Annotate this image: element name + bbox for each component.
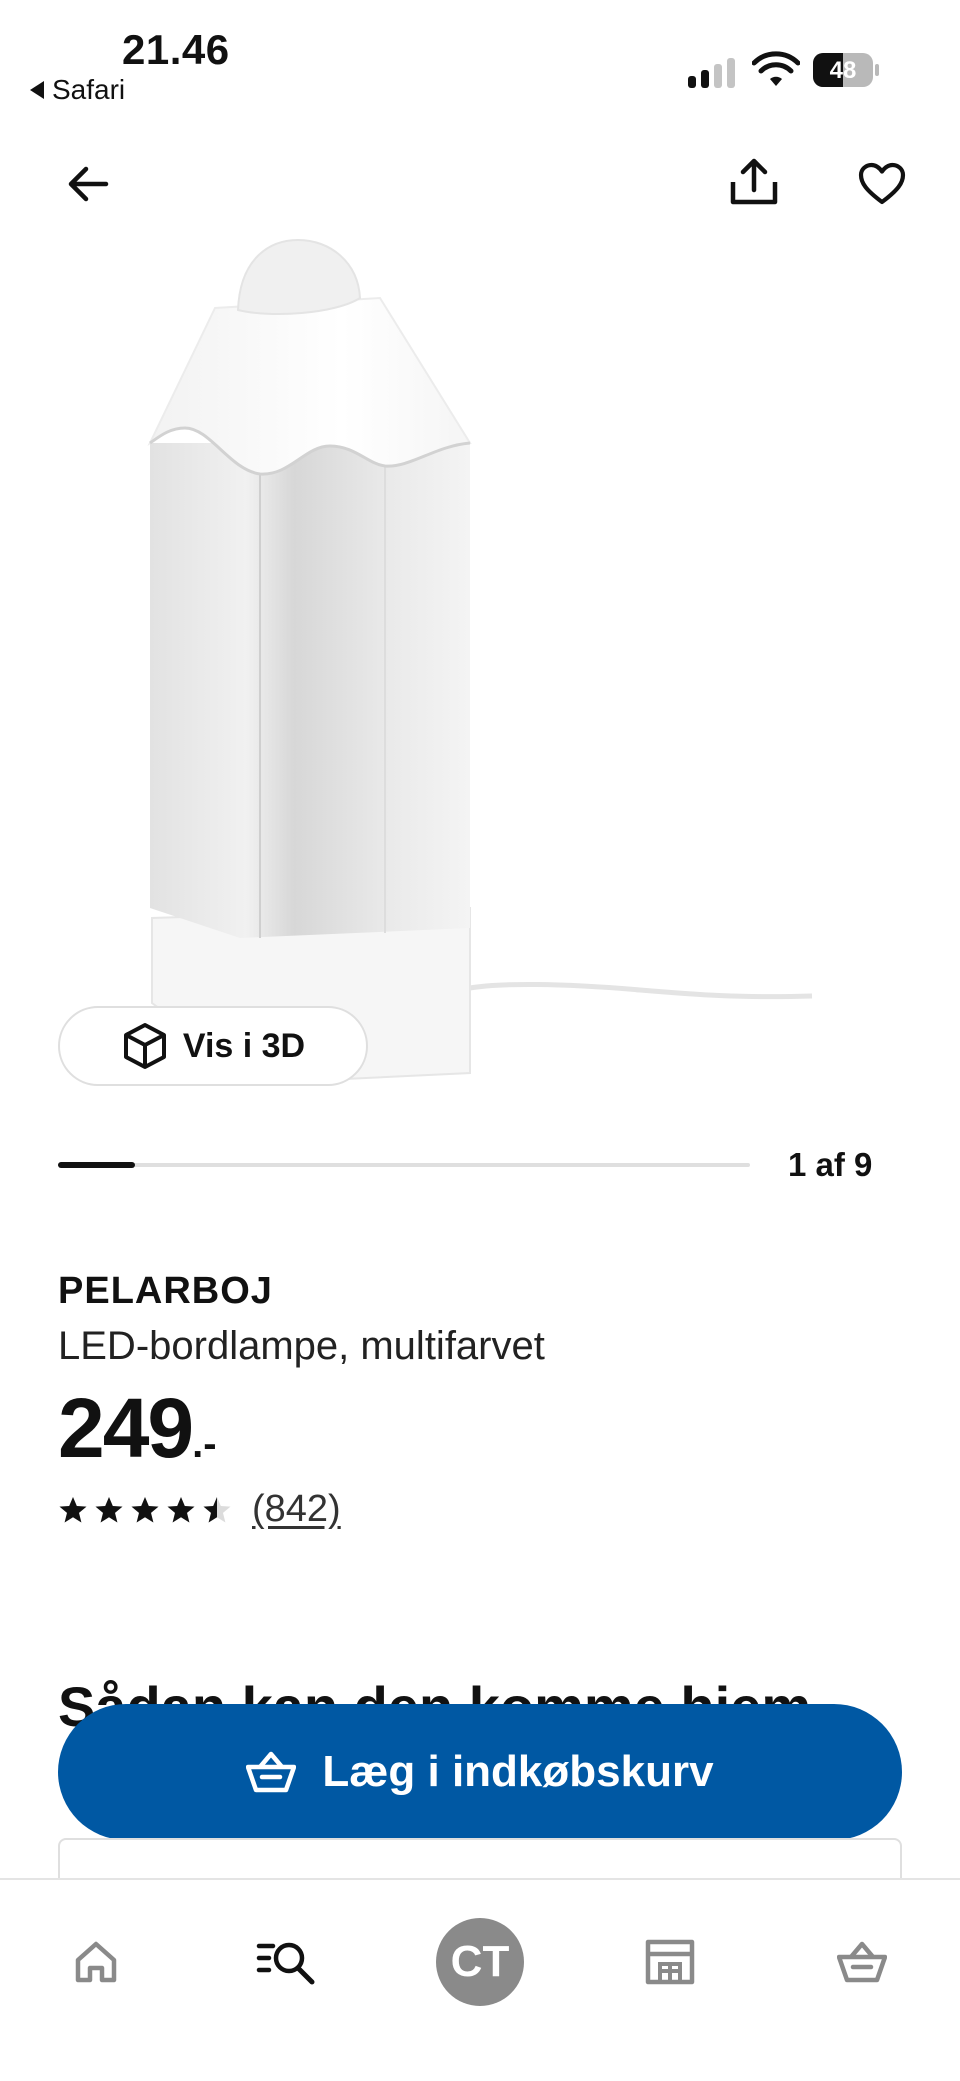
gallery-progress xyxy=(58,1162,750,1168)
share-button[interactable] xyxy=(722,150,786,214)
favorite-button[interactable] xyxy=(850,152,914,216)
tab-profile[interactable]: CT xyxy=(432,1914,528,2010)
back-button[interactable] xyxy=(56,152,120,216)
add-to-cart-button[interactable]: Læg i indkøbskurv xyxy=(58,1704,902,1840)
battery-level: 48 xyxy=(830,57,857,84)
cube-icon xyxy=(123,1023,166,1069)
product-price: 249 .- xyxy=(58,1380,217,1477)
wifi-icon xyxy=(752,51,800,86)
back-app-label: Safari xyxy=(52,74,126,105)
tab-home[interactable] xyxy=(48,1914,144,2010)
star-icon xyxy=(59,1496,87,1522)
product-image[interactable] xyxy=(140,238,820,1088)
add-to-cart-label: Læg i indkøbskurv xyxy=(322,1747,714,1796)
star-icon xyxy=(95,1496,123,1522)
star-icon xyxy=(203,1496,231,1522)
product-name: PELARBOJ xyxy=(58,1270,273,1312)
tab-cart[interactable] xyxy=(814,1914,910,2010)
tab-search[interactable] xyxy=(238,1914,334,2010)
cellular-signal-icon xyxy=(688,54,736,88)
gallery-progress-fill xyxy=(58,1162,135,1168)
battery-icon: 48 xyxy=(813,53,879,87)
search-icon xyxy=(256,1942,315,1985)
gallery-counter: 1 af 9 xyxy=(788,1146,873,1183)
view-3d-button[interactable]: Vis i 3D xyxy=(58,1006,368,1086)
review-count[interactable]: (842) xyxy=(252,1488,341,1531)
store-icon xyxy=(645,1939,695,1985)
price-integer: 249 xyxy=(58,1381,194,1475)
delivery-options-card[interactable] xyxy=(58,1838,902,1878)
star-icon xyxy=(131,1496,159,1522)
product-description: LED-bordlampe, multifarvet xyxy=(58,1324,545,1368)
home-icon xyxy=(75,1941,117,1983)
avatar: CT xyxy=(436,1918,524,2006)
tab-stores[interactable] xyxy=(622,1914,718,2010)
star-icon xyxy=(167,1496,195,1522)
heart-icon xyxy=(858,162,906,205)
basket-icon xyxy=(246,1751,297,1793)
basket-icon xyxy=(837,1941,887,1983)
bottom-tab-bar: CT xyxy=(0,1878,960,2081)
price-suffix: .- xyxy=(192,1422,217,1466)
status-time: 21.46 xyxy=(122,26,230,73)
back-to-app[interactable]: Safari xyxy=(30,74,125,106)
rating-stars xyxy=(58,1495,232,1525)
share-icon xyxy=(730,158,778,205)
back-triangle-icon xyxy=(30,81,44,99)
product-rating[interactable]: (842) xyxy=(58,1488,341,1531)
arrow-left-icon xyxy=(68,166,109,202)
view-3d-label: Vis i 3D xyxy=(182,1026,306,1065)
